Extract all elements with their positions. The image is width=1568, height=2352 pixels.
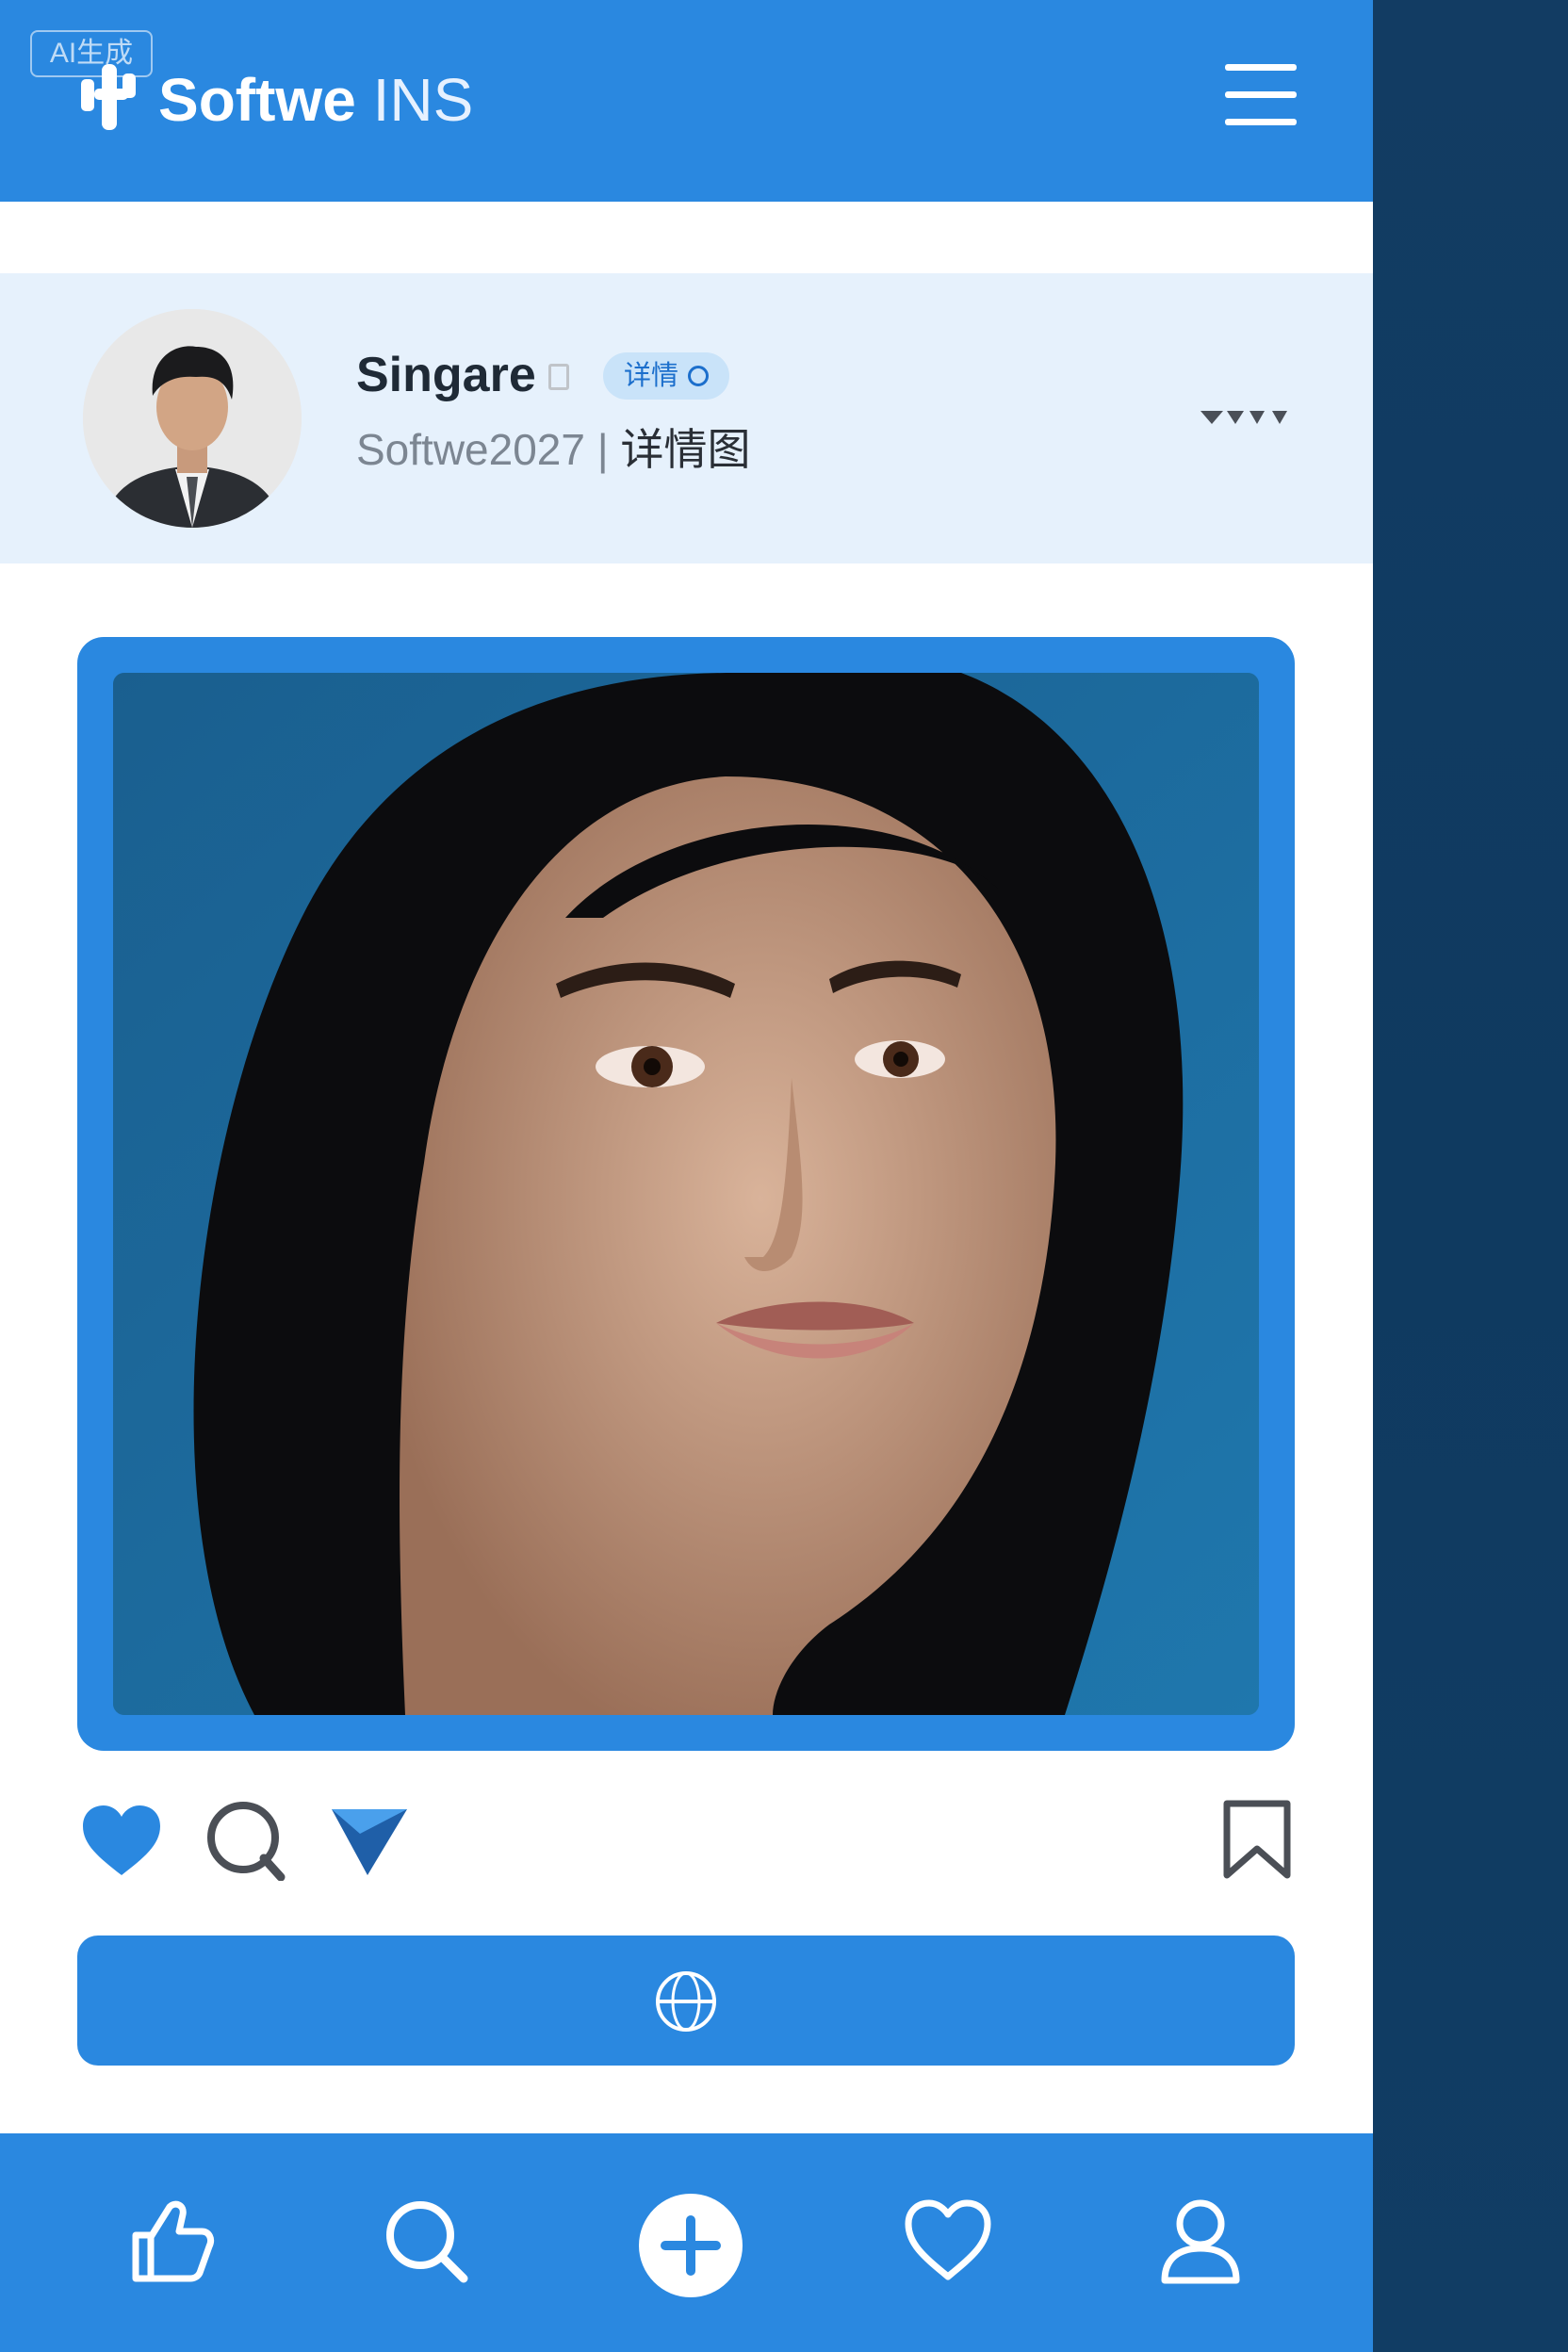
thumbs-up-icon[interactable]: [126, 2196, 217, 2286]
brand-name-bold: Softwe: [158, 66, 356, 134]
more-dots-icon[interactable]: [1199, 405, 1289, 430]
detail-pill-label: 详情: [624, 361, 679, 391]
subline-num: 2027: [488, 425, 585, 474]
primary-action-button[interactable]: [77, 1936, 1295, 2066]
avatar-portrait-icon: [83, 309, 302, 528]
subline-tail: 详情图: [620, 425, 751, 474]
profile-icon[interactable]: [1155, 2196, 1246, 2286]
profile-subline: Softwe2027 | 详情图: [356, 424, 751, 475]
username[interactable]: Singare: [356, 347, 536, 403]
app-screen: AI生成 Softwe INS Singare 详情 Softwe2027 | …: [0, 0, 1373, 2352]
subline-sep: |: [584, 425, 621, 474]
comment-icon[interactable]: [205, 1800, 286, 1881]
brand-name-light: INS: [372, 66, 474, 134]
bottom-nav: [0, 2133, 1373, 2352]
app-brand: Softwe INS: [158, 64, 473, 136]
avatar[interactable]: [83, 309, 302, 528]
bookmark-icon[interactable]: [1221, 1800, 1293, 1879]
search-icon[interactable]: [381, 2196, 471, 2286]
detail-pill-button[interactable]: 详情: [603, 352, 729, 400]
portrait-photo: [113, 673, 1259, 1715]
heart-outline-icon[interactable]: [903, 2196, 993, 2286]
heart-icon[interactable]: [81, 1804, 162, 1879]
add-icon: [661, 2215, 721, 2276]
globe-icon: [656, 1971, 716, 2032]
logo-icon: [81, 64, 136, 130]
send-icon[interactable]: [330, 1805, 409, 1877]
app-header: AI生成 Softwe INS: [0, 0, 1373, 202]
post-image-frame: [77, 637, 1295, 1751]
profile-row: Singare 详情 Softwe2027 | 详情图: [0, 273, 1373, 564]
hamburger-menu-icon[interactable]: [1225, 64, 1297, 130]
add-post-button[interactable]: [639, 2194, 743, 2297]
side-panel: [1373, 0, 1568, 2352]
pill-icon: [688, 366, 709, 386]
subline-gray: Softwe: [356, 425, 489, 474]
placeholder-glyph-icon: [548, 364, 569, 390]
post-image[interactable]: [113, 673, 1259, 1715]
